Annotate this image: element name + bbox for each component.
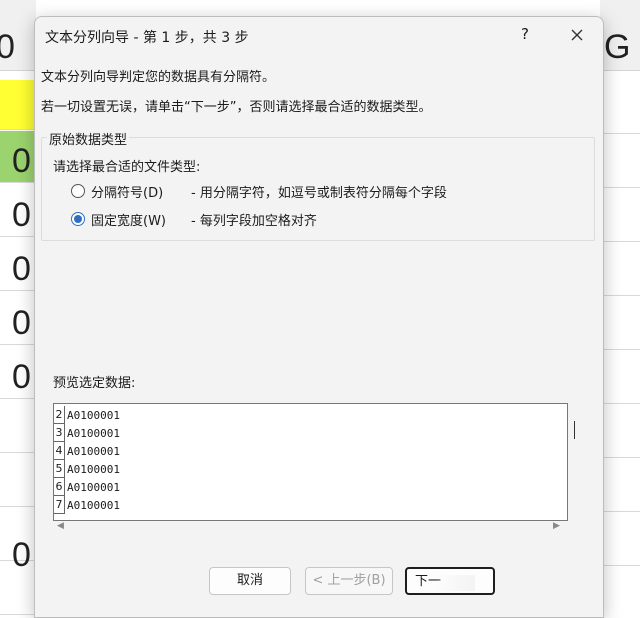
sheet-cell[interactable] (600, 512, 640, 566)
preview-row-number: 2 (54, 406, 65, 424)
sheet-cell[interactable] (600, 458, 640, 512)
sheet-cell[interactable] (600, 134, 640, 188)
scroll-left-icon[interactable]: ◀ (57, 521, 64, 531)
sheet-cell[interactable] (0, 453, 36, 507)
sheet-cell[interactable] (600, 404, 640, 458)
preview-row: 4 A0100001 (54, 442, 120, 460)
sheet-cell-yellow[interactable] (0, 80, 36, 130)
preview-row-value: A0100001 (67, 462, 120, 476)
radio-delimited[interactable]: 分隔符号(D) - 用分隔字符，如逗号或制表符分隔每个字段 (71, 181, 447, 201)
preview-row-value: A0100001 (67, 444, 120, 458)
option-description: - 每列字段加空格对齐 (191, 213, 317, 229)
preview-row-number: 5 (54, 460, 65, 478)
preview-row-value: A0100001 (67, 498, 120, 512)
option-label[interactable]: 固定宽度(W) (91, 210, 181, 229)
preview-label: 预览选定数据: (53, 376, 136, 391)
radio-circle-icon[interactable] (71, 184, 85, 198)
sheet-cell-text: 0 (12, 142, 31, 180)
preview-row-value: A0100001 (67, 426, 120, 440)
data-preview[interactable]: 2 A0100001 3 A0100001 4 A0100001 5 A0100… (53, 403, 568, 521)
preview-row: 5 A0100001 (54, 460, 120, 478)
wizard-instruction: 若一切设置无误，请单击“下一步”，否则请选择最合适的数据类型。 (41, 100, 432, 115)
sheet-cell-text: 0 (12, 358, 31, 396)
preview-row-value: A0100001 (67, 480, 120, 494)
help-button[interactable]: ? (515, 25, 535, 47)
preview-horizontal-scrollbar[interactable]: ◀ ▶ (53, 519, 566, 533)
sheet-right-column (600, 0, 640, 609)
sheet-cell-text: 0 (12, 304, 31, 342)
preview-row-number: 3 (54, 424, 65, 442)
sheet-cell[interactable] (600, 188, 640, 242)
scroll-right-icon[interactable]: ▶ (553, 521, 560, 531)
preview-row-number: 6 (54, 478, 65, 496)
sheet-cell-text: 0 (12, 250, 31, 288)
sheet-cell[interactable] (600, 296, 640, 350)
sheet-cell-text: 0 (12, 196, 31, 234)
cancel-button[interactable]: 取消 (209, 567, 291, 595)
radio-selected-icon[interactable] (71, 212, 85, 226)
preview-row: 7 A0100001 (54, 496, 120, 514)
dialog-title: 文本分列向导 - 第 1 步，共 3 步 (45, 30, 249, 46)
wizard-message: 文本分列向导判定您的数据具有分隔符。 (41, 70, 276, 85)
option-label[interactable]: 分隔符号(D) (91, 182, 181, 201)
sheet-cell-text: 0 (12, 536, 31, 574)
option-description: - 用分隔字符，如逗号或制表符分隔每个字段 (191, 185, 447, 201)
sheet-cell[interactable] (600, 350, 640, 404)
preview-row: 6 A0100001 (54, 478, 120, 496)
text-to-columns-wizard-dialog: 文本分列向导 - 第 1 步，共 3 步 ? 文本分列向导判定您的数据具有分隔符… (34, 16, 604, 618)
file-type-prompt: 请选择最合适的文件类型: (53, 160, 201, 175)
preview-row-number: 4 (54, 442, 65, 460)
close-icon[interactable] (565, 23, 589, 47)
sheet-cell[interactable] (0, 399, 36, 453)
preview-row: 3 A0100001 (54, 424, 120, 442)
screenshot-fade (435, 575, 475, 591)
dialog-titlebar[interactable]: 文本分列向导 - 第 1 步，共 3 步 ? (35, 17, 603, 55)
group-label: 原始数据类型 (47, 129, 130, 148)
radio-fixed-width[interactable]: 固定宽度(W) - 每列字段加空格对齐 (71, 209, 317, 229)
preview-row: 2 A0100001 (54, 406, 120, 424)
preview-row-number: 7 (54, 496, 65, 514)
text-cursor (574, 421, 575, 439)
preview-row-value: A0100001 (67, 408, 120, 422)
sheet-cell[interactable] (600, 80, 640, 134)
sheet-cell[interactable] (600, 242, 640, 296)
previous-step-button[interactable]: < 上一步(B) (305, 567, 393, 595)
